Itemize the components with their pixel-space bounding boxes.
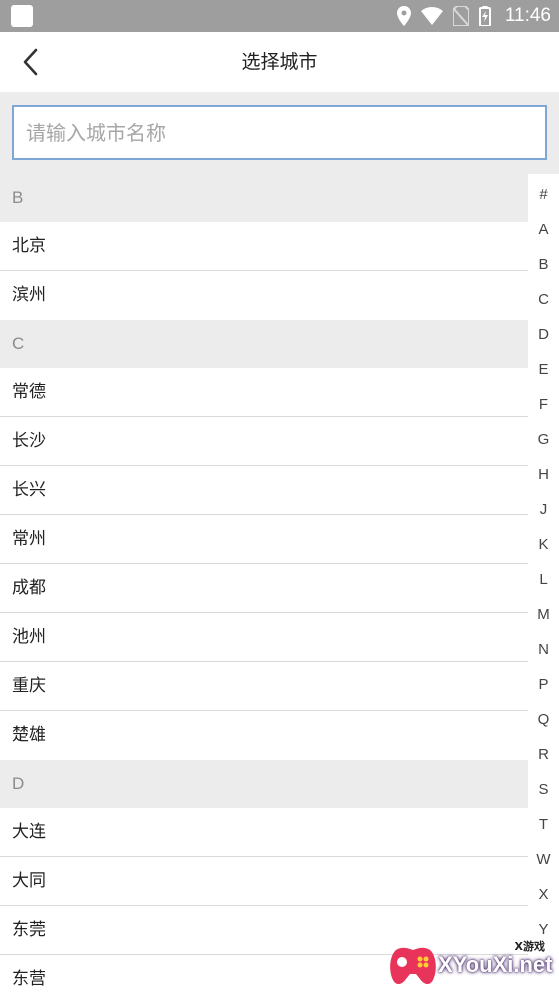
wifi-icon <box>420 7 443 25</box>
no-sim-icon <box>452 6 469 26</box>
status-bar: 11:46 <box>0 0 559 32</box>
city-list[interactable]: B 北京 滨州 C 常德 长沙 长兴 常州 成都 池州 重庆 楚雄 D 大连 大… <box>0 174 528 1004</box>
city-item[interactable]: 大连 <box>0 808 528 857</box>
city-item[interactable]: 北京 <box>0 222 528 271</box>
city-item[interactable]: 重庆 <box>0 662 528 711</box>
index-letter[interactable]: C <box>528 291 559 308</box>
city-item[interactable]: 滨州 <box>0 271 528 320</box>
index-letter[interactable]: L <box>528 571 559 588</box>
city-item[interactable]: 大同 <box>0 857 528 906</box>
group-header-c: C <box>0 320 528 368</box>
index-letter[interactable]: E <box>528 361 559 378</box>
index-letter[interactable]: W <box>528 851 559 868</box>
back-button[interactable] <box>12 44 48 80</box>
chevron-left-icon <box>23 48 38 76</box>
index-letter[interactable]: A <box>528 221 559 238</box>
index-letter[interactable]: K <box>528 536 559 553</box>
city-search-input[interactable] <box>12 105 547 160</box>
index-letter[interactable]: H <box>528 466 559 483</box>
index-letter[interactable]: G <box>528 431 559 448</box>
city-item[interactable]: 常州 <box>0 515 528 564</box>
city-item[interactable]: 常德 <box>0 368 528 417</box>
index-letter[interactable]: B <box>528 256 559 273</box>
watermark-text: XYouXi.net <box>438 952 553 977</box>
group-header-d: D <box>0 760 528 808</box>
index-letter[interactable]: X <box>528 886 559 903</box>
index-letter[interactable]: # <box>528 186 559 203</box>
app-header: 选择城市 <box>0 32 559 92</box>
city-item[interactable]: 楚雄 <box>0 711 528 760</box>
city-item[interactable]: 长沙 <box>0 417 528 466</box>
search-bar <box>0 92 559 174</box>
alphabet-index-bar[interactable]: # A B C D E F G H J K L M N P Q R S T W … <box>528 174 559 994</box>
status-time: 11:46 <box>504 5 551 26</box>
index-letter[interactable]: Q <box>528 711 559 728</box>
group-header-b: B <box>0 174 528 222</box>
index-letter[interactable]: F <box>528 396 559 413</box>
index-letter[interactable]: D <box>528 326 559 343</box>
index-letter[interactable]: T <box>528 816 559 833</box>
notification-app-icon <box>11 5 33 27</box>
index-letter[interactable]: S <box>528 781 559 798</box>
city-item[interactable]: 长兴 <box>0 466 528 515</box>
city-item[interactable]: 成都 <box>0 564 528 613</box>
index-letter[interactable]: M <box>528 606 559 623</box>
gamepad-logo-icon <box>390 947 436 985</box>
page-title: 选择城市 <box>241 51 318 73</box>
city-item[interactable]: 池州 <box>0 613 528 662</box>
index-letter[interactable]: R <box>528 746 559 763</box>
watermark: X游戏 XYouXi.net <box>388 934 559 994</box>
index-letter[interactable]: N <box>528 641 559 658</box>
battery-icon <box>478 6 491 26</box>
status-icons: 11:46 <box>396 0 551 32</box>
index-letter[interactable]: J <box>528 501 559 518</box>
location-icon <box>396 6 411 26</box>
index-letter[interactable]: P <box>528 676 559 693</box>
